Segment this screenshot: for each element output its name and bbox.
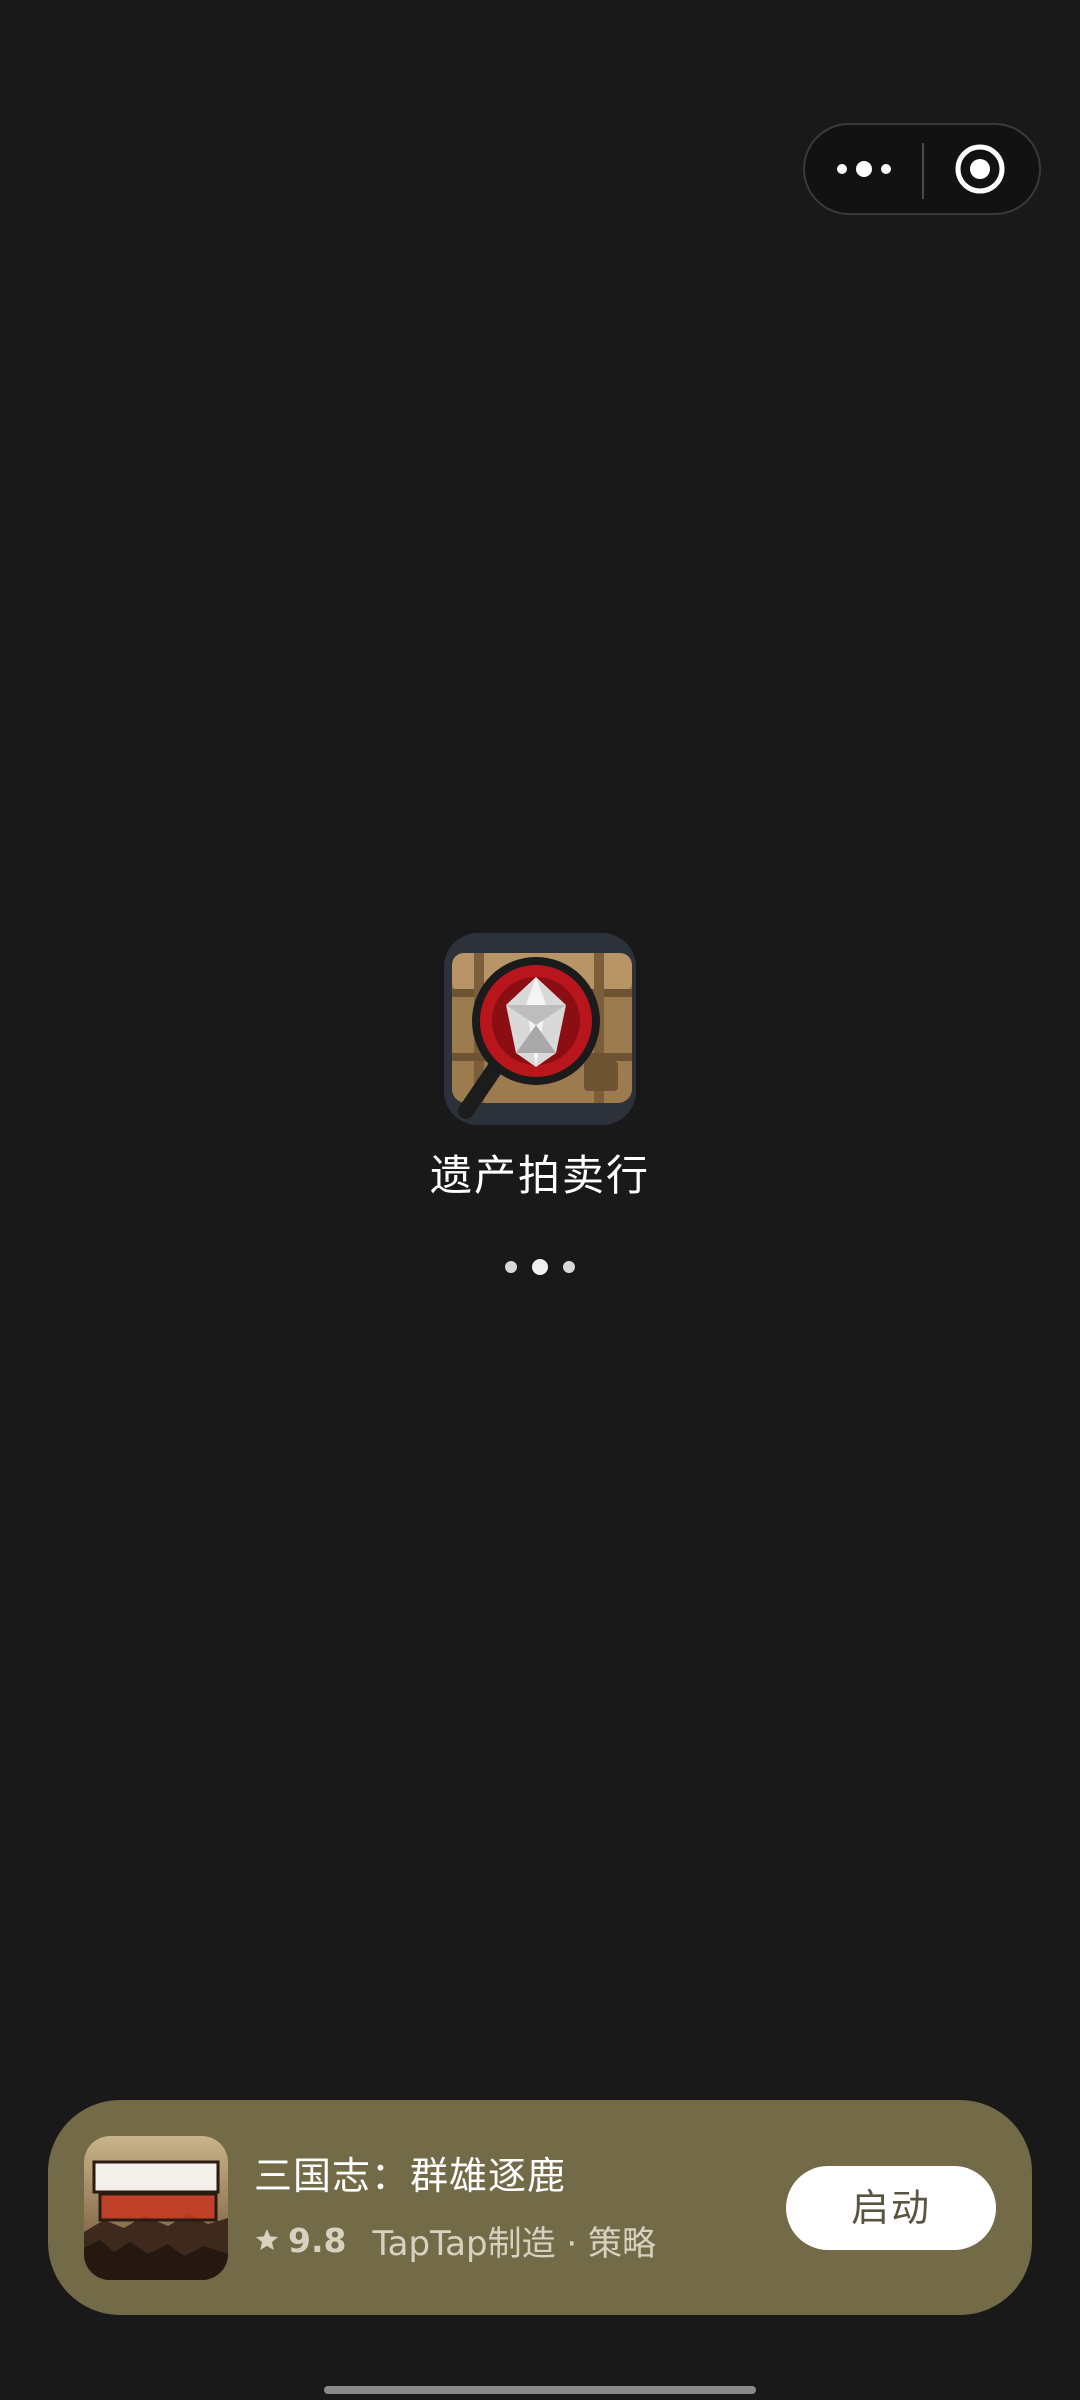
home-indicator[interactable] <box>324 2386 756 2394</box>
loading-dots-icon <box>505 1258 575 1276</box>
loading-dot <box>532 1259 548 1275</box>
more-dots-icon <box>837 161 891 177</box>
app-icon <box>444 933 636 1125</box>
game-title: 三国志：群雄逐鹿 <box>254 2154 567 2198</box>
loading-dot <box>563 1261 575 1273</box>
mini-program-capsule <box>803 123 1041 215</box>
game-developer-genre: TapTap制造 · 策略 <box>372 2223 657 2264</box>
game-meta: 9.8 TapTap制造 · 策略 <box>254 2218 657 2264</box>
more-button[interactable] <box>805 125 923 213</box>
close-button[interactable] <box>921 125 1039 213</box>
app-name: 遗产拍卖行 <box>429 1151 650 1200</box>
game-promo-card[interactable]: 三国志：群雄逐鹿 9.8 TapTap制造 · 策略 启动 <box>48 2100 1032 2315</box>
game-rating: 9.8 <box>288 2220 347 2260</box>
star-icon <box>255 2228 279 2250</box>
game-thumbnail-icon <box>84 2136 228 2280</box>
treasure-chest-magnifier-icon <box>444 933 636 1125</box>
launch-button[interactable]: 启动 <box>786 2166 996 2250</box>
game-thumbnail <box>84 2136 228 2280</box>
loading-dot <box>505 1261 517 1273</box>
target-close-icon <box>955 144 1005 194</box>
